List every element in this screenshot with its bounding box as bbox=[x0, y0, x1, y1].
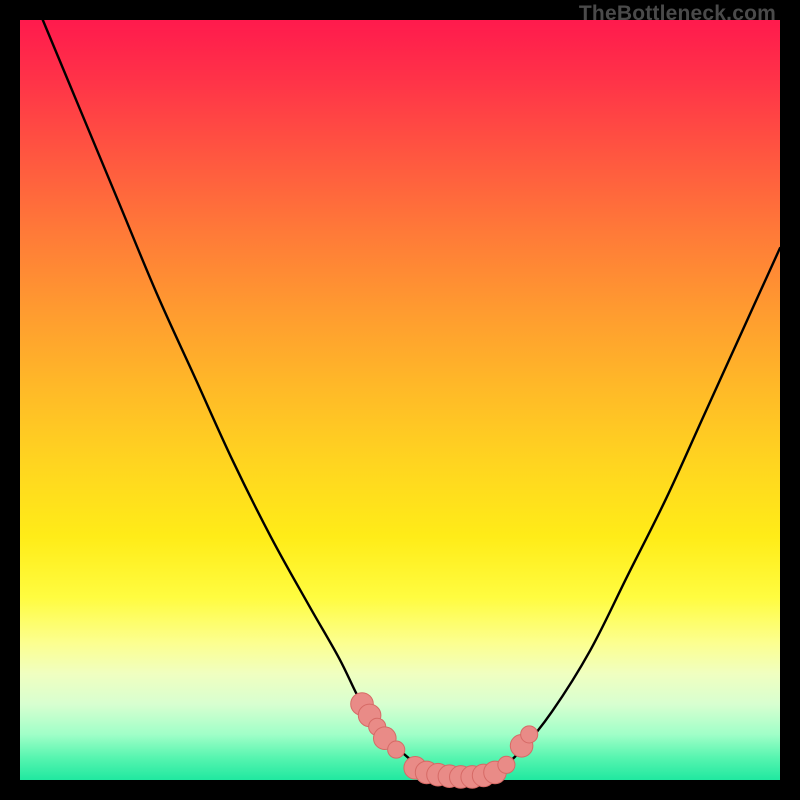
chart-frame: TheBottleneck.com bbox=[0, 0, 800, 800]
marker-point bbox=[498, 756, 515, 773]
chart-svg bbox=[20, 20, 780, 780]
curve-right-curve bbox=[499, 248, 780, 772]
marker-point bbox=[521, 726, 538, 743]
curve-layer bbox=[43, 20, 780, 778]
marker-layer bbox=[351, 693, 538, 789]
curve-left-curve bbox=[43, 20, 431, 772]
marker-point bbox=[388, 741, 405, 758]
